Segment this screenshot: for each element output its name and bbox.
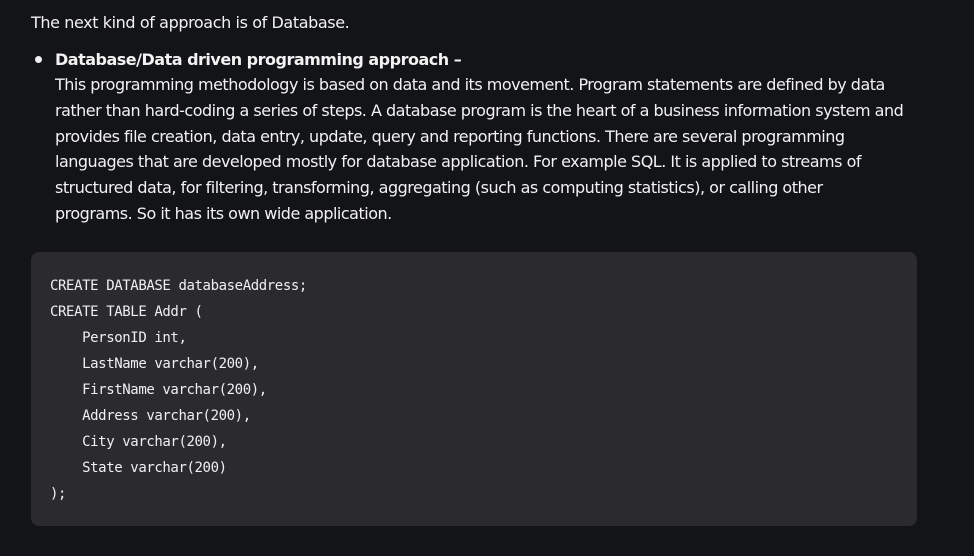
code-line: CREATE TABLE Addr ( [50, 304, 203, 320]
code-line: State varchar(200) [50, 460, 227, 476]
code-line: Address varchar(200), [50, 408, 251, 424]
intro-paragraph: The next kind of approach is of Database… [31, 13, 350, 32]
code-line: LastName varchar(200), [50, 356, 259, 372]
code-line: ); [50, 486, 67, 502]
code-line: FirstName varchar(200), [50, 382, 267, 398]
paragraph-line: structured data, for filtering, transfor… [55, 178, 823, 198]
bullet-paragraph: This programming methodology is based on… [55, 72, 921, 227]
paragraph-line: rather than hard-coding a series of step… [55, 100, 904, 120]
list-item: Database/Data driven programming approac… [31, 48, 921, 227]
code-line: PersonID int, [50, 330, 187, 346]
paragraph-line: programs. So it has its own wide applica… [55, 203, 392, 223]
paragraph-line: This programming methodology is based on… [55, 75, 885, 94]
sql-code-block[interactable]: CREATE DATABASE databaseAddress; CREATE … [31, 252, 917, 526]
paragraph-line: provides file creation, data entry, upda… [55, 126, 845, 146]
bullet-heading: Database/Data driven programming approac… [55, 50, 462, 69]
code-line: City varchar(200), [50, 434, 227, 450]
paragraph-line: languages that are developed mostly for … [55, 152, 861, 172]
bullet-icon [35, 56, 42, 63]
approach-list: Database/Data driven programming approac… [31, 48, 921, 227]
code-line: CREATE DATABASE databaseAddress; [50, 278, 307, 294]
